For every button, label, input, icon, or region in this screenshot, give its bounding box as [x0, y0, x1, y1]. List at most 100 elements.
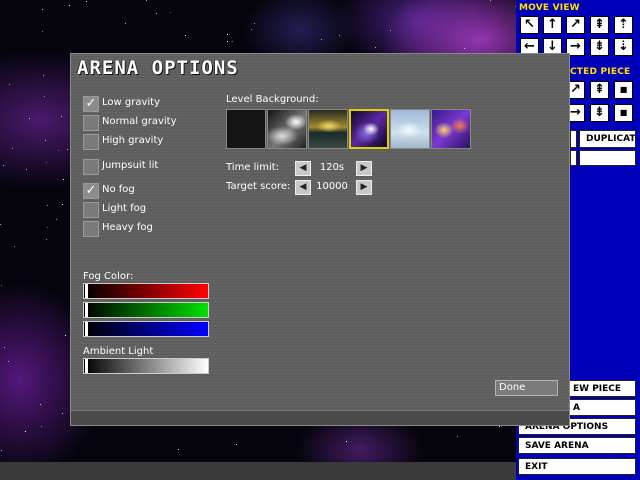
option-label: Jumpsuit lit — [102, 160, 159, 171]
checkbox[interactable]: ✓ — [83, 96, 99, 112]
move-view-header: MOVE VIEW — [519, 3, 580, 13]
star — [146, 0, 147, 1]
target-score-label: Target score: — [226, 181, 291, 192]
star — [3, 165, 4, 166]
arena-button[interactable]: A — [566, 399, 636, 416]
done-button[interactable]: Done — [495, 380, 558, 396]
star — [58, 150, 59, 151]
checkbox[interactable] — [83, 159, 99, 175]
star — [62, 413, 63, 414]
star — [227, 41, 228, 42]
star — [464, 48, 465, 49]
star — [29, 118, 30, 119]
star — [42, 9, 43, 10]
background-thumbnail-sky-clouds[interactable] — [390, 109, 430, 149]
star — [251, 29, 252, 30]
selected-piece-header: CTED PIECE — [570, 67, 631, 77]
star — [86, 1, 87, 2]
option-label: Heavy fog — [102, 222, 153, 233]
ambient-light-slider[interactable] — [83, 358, 209, 374]
star — [63, 179, 64, 180]
move-view-lower-button[interactable]: ⇟ — [590, 38, 609, 56]
star — [41, 426, 42, 427]
piece-action-button[interactable] — [570, 130, 577, 148]
star — [26, 169, 27, 170]
time-limit-increase-button[interactable]: ▶ — [356, 161, 372, 176]
dialog-title: ARENA OPTIONS — [77, 57, 239, 79]
star — [227, 34, 228, 35]
star — [321, 39, 322, 40]
star — [42, 31, 43, 32]
slider-thumb[interactable] — [85, 284, 89, 298]
star — [14, 246, 15, 247]
star — [4, 347, 5, 348]
dialog-footer — [71, 410, 569, 425]
move-view-up-right-button[interactable]: ↗ — [566, 16, 585, 34]
star — [47, 205, 48, 206]
fog-green-slider[interactable] — [83, 302, 209, 318]
move-view-rotate-up-button[interactable]: ⇡ — [614, 16, 633, 34]
fog-red-slider[interactable] — [83, 283, 209, 299]
checkbox[interactable] — [83, 115, 99, 131]
star — [62, 204, 63, 205]
piece-field-left[interactable] — [570, 150, 577, 166]
piece-move-button[interactable]: ■ — [614, 81, 633, 99]
star — [457, 436, 458, 437]
star — [1, 285, 2, 286]
new-piece-button[interactable]: EW PIECE — [566, 380, 636, 397]
star — [490, 0, 491, 1]
move-view-up-left-button[interactable]: ↖ — [520, 16, 539, 34]
checkbox[interactable]: ✓ — [83, 183, 99, 199]
star — [44, 96, 45, 97]
duplicate-button[interactable]: DUPLICATE — [579, 130, 636, 148]
star — [185, 35, 186, 36]
star — [375, 47, 376, 48]
slider-thumb[interactable] — [85, 303, 89, 317]
level-background-label: Level Background: — [226, 94, 319, 105]
background-thumbnail-black[interactable] — [226, 109, 266, 149]
slider-thumb[interactable] — [85, 322, 89, 336]
star — [236, 444, 237, 445]
star — [1, 450, 2, 451]
star — [43, 75, 44, 76]
move-view-up-button[interactable]: ↑ — [543, 16, 562, 34]
checkbox[interactable] — [83, 134, 99, 150]
exit-button[interactable]: EXIT — [518, 458, 636, 475]
star — [61, 116, 62, 117]
star — [170, 12, 171, 13]
star — [47, 227, 48, 228]
piece-lower-button[interactable]: ⇟ — [590, 104, 609, 122]
star — [0, 224, 1, 225]
move-view-raise-button[interactable]: ⇞ — [590, 16, 609, 34]
checkbox[interactable] — [83, 221, 99, 237]
star — [8, 361, 9, 362]
target-score-increase-button[interactable]: ▶ — [356, 180, 372, 195]
background-thumbnail-grey-clouds[interactable] — [267, 109, 307, 149]
option-label: No fog — [102, 184, 135, 195]
save-arena-button[interactable]: SAVE ARENA — [518, 437, 636, 454]
fog-color-label: Fog Color: — [83, 271, 134, 282]
star — [499, 426, 500, 427]
star — [40, 404, 41, 405]
background-thumbnail-purple-nebula[interactable] — [349, 109, 389, 149]
background-thumbnail-golden-horizon[interactable] — [308, 109, 348, 149]
star — [46, 162, 47, 163]
star — [45, 140, 46, 141]
target-score-decrease-button[interactable]: ◀ — [295, 180, 311, 195]
star — [125, 23, 126, 24]
slider-thumb[interactable] — [85, 359, 89, 373]
time-limit-decrease-button[interactable]: ◀ — [295, 161, 311, 176]
checkbox[interactable] — [83, 202, 99, 218]
star — [12, 148, 13, 149]
background-thumbnail-fire-nebula[interactable] — [431, 109, 471, 149]
piece-raise-button[interactable]: ⇞ — [590, 81, 609, 99]
fog-blue-slider[interactable] — [83, 321, 209, 337]
move-view-rotate-down-button[interactable]: ⇣ — [614, 38, 633, 56]
piece-field-right[interactable] — [579, 150, 636, 166]
star — [390, 30, 391, 31]
star — [25, 431, 26, 432]
piece-move-alt-button[interactable]: ■ — [614, 104, 633, 122]
star — [9, 84, 10, 85]
time-limit-label: Time limit: — [226, 162, 280, 173]
star — [178, 449, 179, 450]
